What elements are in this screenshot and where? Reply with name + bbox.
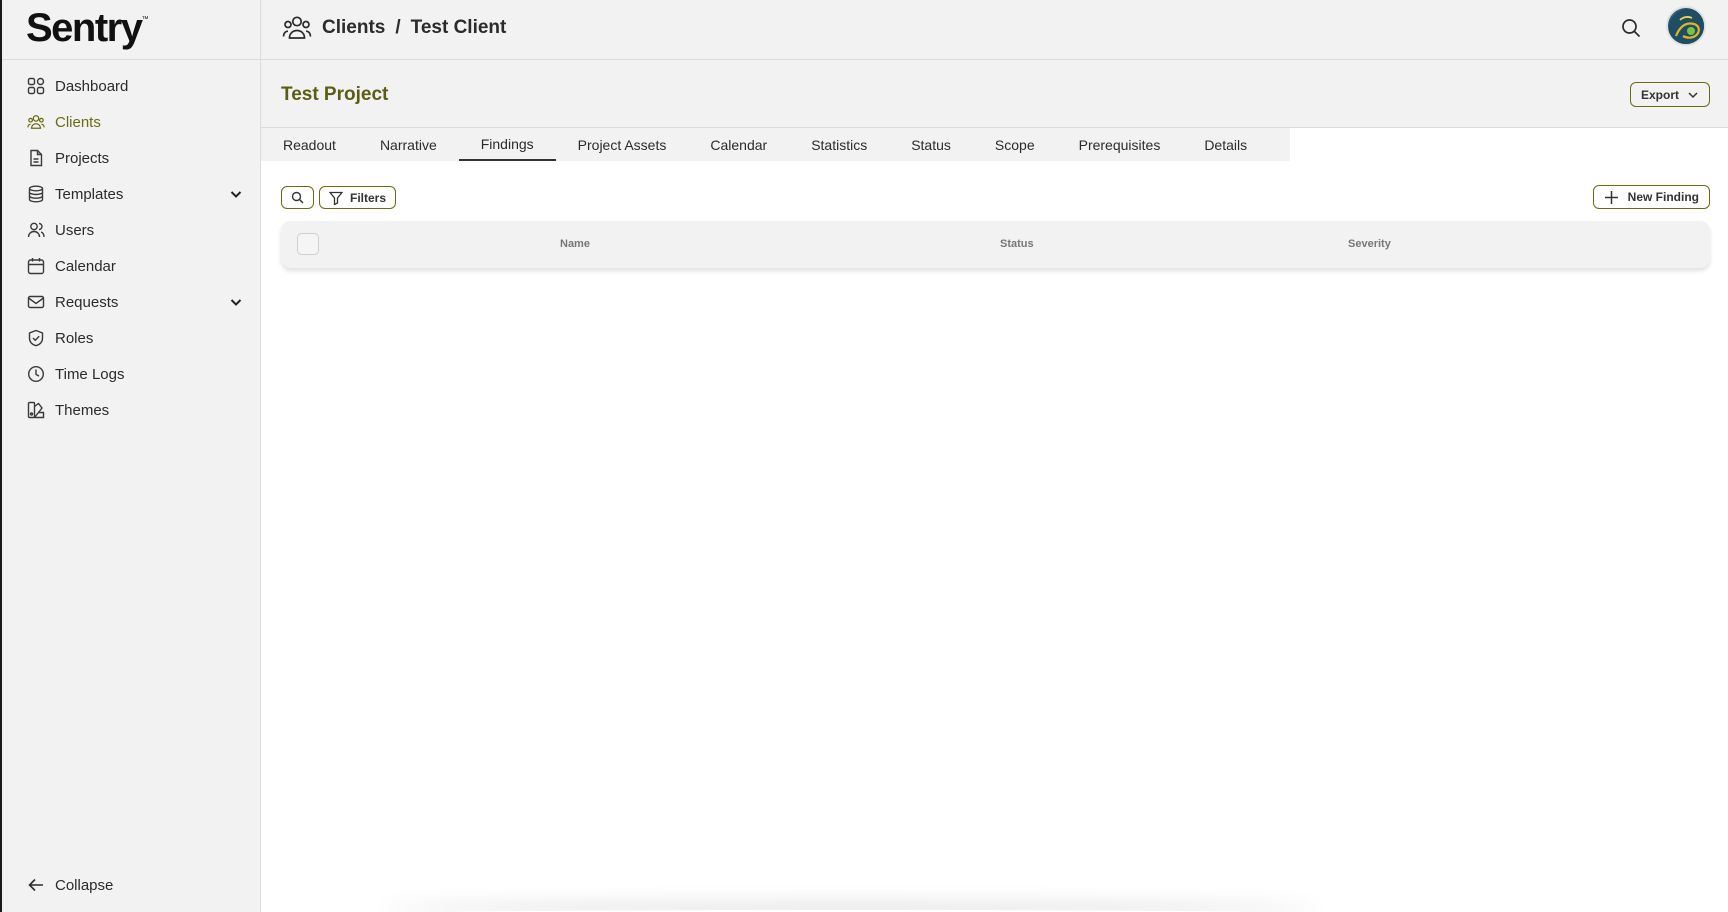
project-tabs: Readout Narrative Findings Project Asset…	[261, 128, 1728, 161]
breadcrumb-clients[interactable]: Clients	[322, 17, 385, 39]
search-icon	[291, 191, 304, 204]
tab-readout[interactable]: Readout	[283, 128, 358, 161]
sidebar-item-label: Requests	[55, 293, 119, 311]
shield-icon	[27, 329, 45, 347]
project-bar: Test Project Export	[261, 60, 1728, 128]
sidebar-item-themes[interactable]: Themes	[2, 392, 261, 428]
filter-icon	[329, 191, 350, 205]
filters-button[interactable]: Filters	[319, 186, 397, 209]
palette-icon	[27, 401, 45, 419]
tab-calendar[interactable]: Calendar	[688, 128, 789, 161]
select-all-checkbox[interactable]	[297, 233, 319, 255]
column-header-severity[interactable]: Severity	[1348, 238, 1391, 250]
grid-icon	[27, 77, 45, 95]
tab-narrative[interactable]: Narrative	[358, 128, 459, 161]
clock-icon	[27, 365, 45, 383]
collapse-label: Collapse	[55, 876, 114, 894]
column-header-status[interactable]: Status	[1000, 238, 1034, 250]
sidebar-item-users[interactable]: Users	[2, 212, 261, 248]
column-header-name[interactable]: Name	[560, 238, 590, 250]
tab-scope[interactable]: Scope	[973, 128, 1057, 161]
sidebar-item-calendar[interactable]: Calendar	[2, 248, 261, 284]
collapse-button[interactable]: Collapse	[27, 876, 113, 894]
sidebar-item-projects[interactable]: Projects	[2, 140, 261, 176]
sidebar-item-time-logs[interactable]: Time Logs	[2, 356, 261, 392]
sidebar-item-label: Calendar	[55, 257, 116, 275]
tab-fill	[1290, 128, 1728, 161]
users-icon	[282, 14, 312, 42]
sidebar-item-label: Clients	[55, 113, 101, 131]
table-search-button[interactable]	[281, 186, 314, 209]
tab-strip: Readout Narrative Findings Project Asset…	[261, 128, 1290, 161]
tab-project-assets[interactable]: Project Assets	[556, 128, 689, 161]
user-group-icon	[27, 221, 45, 239]
logo[interactable]: Sentry™	[26, 6, 149, 51]
sidebar-item-label: Roles	[55, 329, 94, 347]
new-finding-label: New Finding	[1627, 190, 1699, 204]
tab-status[interactable]: Status	[889, 128, 973, 161]
breadcrumb: Clients / Test Client	[282, 14, 506, 42]
page-title: Test Project	[281, 84, 389, 105]
tab-details[interactable]: Details	[1182, 128, 1269, 161]
sidebar-item-label: Projects	[55, 149, 110, 167]
avatar[interactable]	[1666, 6, 1706, 46]
divider	[2, 59, 260, 60]
sidebar-item-roles[interactable]: Roles	[2, 320, 261, 356]
chevron-down-icon[interactable]	[229, 295, 243, 309]
sidebar-item-dashboard[interactable]: Dashboard	[2, 68, 261, 104]
sidebar-item-label: Themes	[55, 401, 110, 419]
chevron-down-icon[interactable]	[229, 187, 243, 201]
sidebar-nav: Dashboard Clients Projects Templates Use…	[2, 68, 261, 428]
breadcrumb-test-client[interactable]: Test Client	[411, 17, 507, 39]
sidebar: Sentry™ Dashboard Clients Projects Templ…	[0, 0, 261, 912]
sidebar-item-requests[interactable]: Requests	[2, 284, 261, 320]
new-finding-button[interactable]: New Finding	[1592, 185, 1710, 209]
top-header: Clients / Test Client	[261, 0, 1728, 60]
sidebar-item-templates[interactable]: Templates	[2, 176, 261, 212]
document-icon	[27, 149, 45, 167]
export-button[interactable]: Export	[1629, 82, 1710, 107]
calendar-icon	[27, 257, 45, 275]
sidebar-item-label: Time Logs	[55, 365, 125, 383]
tab-prerequisites[interactable]: Prerequisites	[1057, 128, 1183, 161]
findings-table-header: Name Status Severity	[281, 221, 1710, 268]
findings-panel: Filters New Finding Name Status Severity	[261, 161, 1728, 912]
breadcrumb-separator: /	[395, 17, 401, 38]
mail-icon	[27, 293, 45, 311]
filters-label: Filters	[350, 190, 387, 205]
database-icon	[27, 185, 45, 203]
arrow-left-icon	[27, 876, 45, 894]
sidebar-item-label: Users	[55, 221, 95, 239]
export-label: Export	[1640, 87, 1679, 102]
chevron-down-icon	[1687, 89, 1699, 101]
search-icon[interactable]	[1620, 17, 1642, 39]
tab-findings[interactable]: Findings	[458, 128, 556, 161]
users-icon	[27, 113, 45, 131]
sidebar-item-clients[interactable]: Clients	[2, 104, 261, 140]
sidebar-item-label: Templates	[55, 185, 124, 203]
tab-statistics[interactable]: Statistics	[789, 128, 889, 161]
sidebar-item-label: Dashboard	[55, 77, 129, 95]
plus-icon	[1604, 190, 1628, 205]
